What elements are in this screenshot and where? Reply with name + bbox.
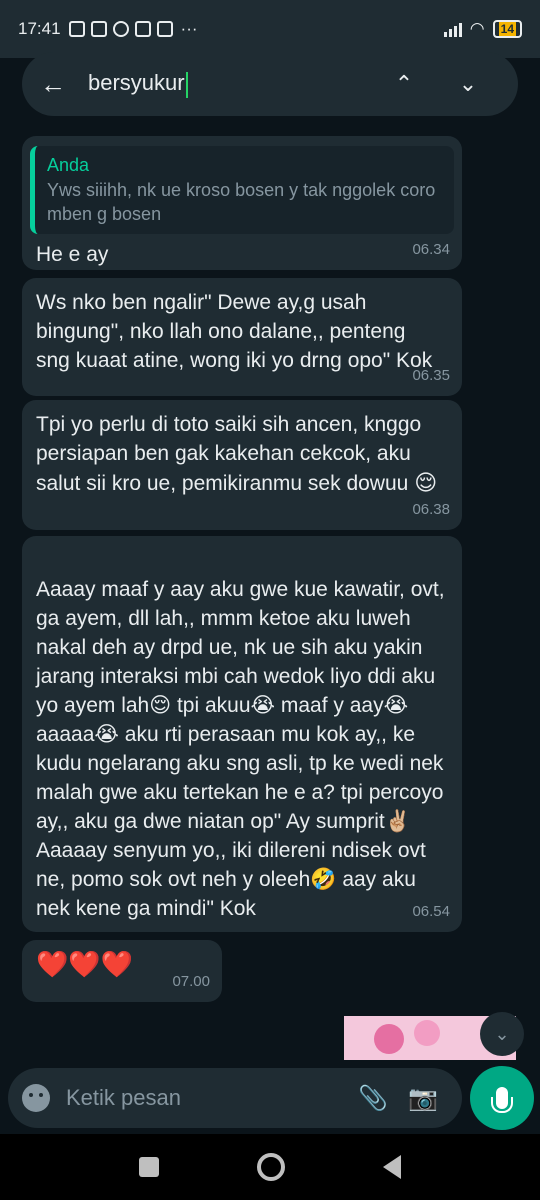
more-notifications-icon: ··· xyxy=(180,19,198,38)
chevron-up-icon[interactable]: ⌃ xyxy=(372,71,436,97)
quote-text: Yws siiihh, nk ue kroso bosen y tak nggo… xyxy=(47,180,436,224)
text-cursor xyxy=(185,71,188,98)
battery-level: 14 xyxy=(498,22,516,36)
quote-author: Anda xyxy=(47,155,90,175)
message-time: 06.38 xyxy=(412,501,450,518)
home-button[interactable] xyxy=(257,1153,285,1181)
message-bubble[interactable]: Ws nko ben ngalir" Dewe ay,g usah bingun… xyxy=(22,278,462,396)
signal-icon xyxy=(443,21,462,37)
flower-decoration xyxy=(374,1024,404,1054)
message-bubble[interactable]: ❤️❤️❤️ 07.00 xyxy=(22,940,222,1002)
scroll-to-bottom-button[interactable]: ⌄ xyxy=(480,1012,524,1056)
mic-button[interactable] xyxy=(470,1066,534,1130)
notification-icons xyxy=(68,21,173,37)
double-chevron-down-icon: ⌄ xyxy=(494,1023,510,1044)
wifi-icon: ◠ xyxy=(469,19,485,38)
message-text-body: Tpi yo perlu di toto saiki sih ancen, kn… xyxy=(36,413,422,495)
message-bubble[interactable]: Tpi yo perlu di toto saiki sih ancen, kn… xyxy=(22,400,462,530)
file-icon xyxy=(156,21,173,37)
message-time: 06.35 xyxy=(412,367,450,384)
chevron-down-icon[interactable]: ⌄ xyxy=(436,71,500,97)
message-input[interactable]: Ketik pesan xyxy=(50,1085,348,1111)
whatsapp-icon xyxy=(112,21,129,37)
message-bubble[interactable]: Aaaay maaf y aay aku gwe kue kawatir, ov… xyxy=(22,536,462,932)
flower-decoration xyxy=(414,1020,440,1046)
message-composer[interactable]: Ketik pesan 📎 📷 xyxy=(8,1068,462,1128)
app-icon xyxy=(134,21,151,37)
battery-icon: 14 xyxy=(492,20,522,38)
paperclip-icon[interactable]: 📎 xyxy=(348,1084,398,1113)
back-button[interactable] xyxy=(383,1155,401,1179)
search-input[interactable]: bersyukur xyxy=(76,70,372,98)
message-text: Ws nko ben ngalir" Dewe ay,g usah bingun… xyxy=(36,291,433,372)
mic-icon xyxy=(491,1087,513,1113)
arrow-left-icon[interactable]: ← xyxy=(40,69,76,100)
message-time: 06.54 xyxy=(412,903,450,920)
relieved-emoji: 😌 xyxy=(414,470,438,495)
recents-button[interactable] xyxy=(139,1157,159,1177)
search-query: bersyukur xyxy=(88,70,185,96)
quoted-message[interactable]: Anda Yws siiihh, nk ue kroso bosen y tak… xyxy=(30,146,454,234)
status-time: 17:41 xyxy=(18,19,61,38)
message-text: He e ay xyxy=(36,243,109,266)
search-bar: ← bersyukur ⌃ ⌄ xyxy=(22,52,518,116)
nfc-icon xyxy=(90,21,107,37)
message-text: Aaaay maaf y aay aku gwe kue kawatir, ov… xyxy=(36,578,445,920)
status-bar: 17:41 ··· ◠ 14 xyxy=(0,0,540,58)
message-bubble[interactable]: Anda Yws siiihh, nk ue kroso bosen y tak… xyxy=(22,136,462,270)
message-text: Tpi yo perlu di toto saiki sih ancen, kn… xyxy=(36,410,448,498)
system-nav-bar xyxy=(0,1134,540,1200)
chat-area[interactable]: Anda Yws siiihh, nk ue kroso bosen y tak… xyxy=(0,122,540,1062)
mute-icon xyxy=(68,21,85,37)
message-time: 07.00 xyxy=(172,973,210,990)
message-time: 06.34 xyxy=(412,241,450,258)
emoji-icon[interactable] xyxy=(22,1084,50,1112)
camera-icon[interactable]: 📷 xyxy=(398,1084,448,1113)
